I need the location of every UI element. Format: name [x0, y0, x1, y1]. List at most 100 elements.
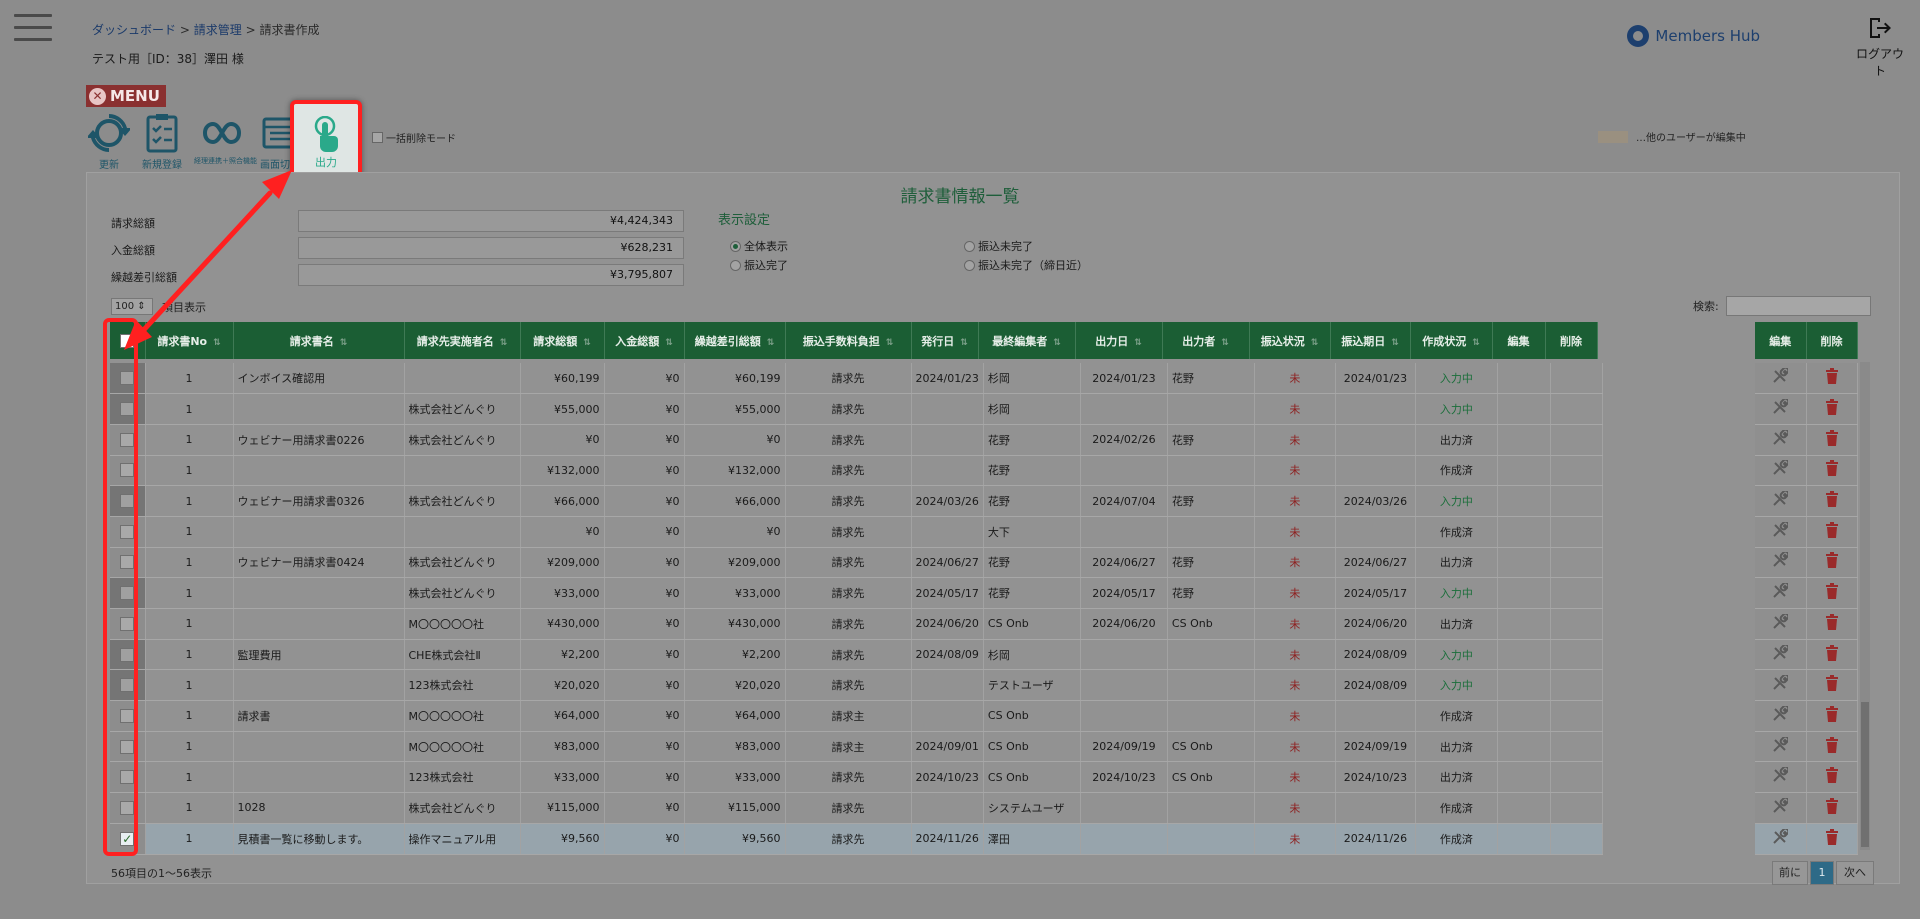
edit-button[interactable] [1755, 731, 1807, 763]
menu-close-button[interactable]: ✕ MENU [86, 85, 166, 107]
edit-button[interactable] [1755, 608, 1807, 640]
cell-total: ¥83,000 [520, 731, 605, 763]
edit-button[interactable] [1755, 577, 1807, 609]
table-row[interactable]: 1 請求書 M〇〇〇〇〇社 ¥64,000 ¥0 ¥64,000 請求主 CS Onb 未作成済 [110, 700, 1603, 732]
col-header-editor[interactable]: 最終編集者 ⇅ [978, 322, 1076, 359]
cell-edit [1497, 393, 1551, 425]
scrollbar-thumb[interactable] [1861, 702, 1869, 847]
col-header-total[interactable]: 請求総額 ⇅ [520, 322, 605, 359]
cell-delete [1550, 823, 1603, 855]
output-button[interactable]: 出力 [290, 100, 362, 180]
cell-balance: ¥64,000 [684, 700, 786, 732]
table-row[interactable]: 1 株式会社どんぐり ¥55,000 ¥0 ¥55,000 請求先 杉岡未入力中 [110, 393, 1603, 425]
page-size-select[interactable]: 100 ⇕ [111, 298, 153, 315]
col-header-state[interactable]: 作成状況 ⇅ [1410, 322, 1493, 359]
fixed-row [1755, 516, 1858, 548]
col-header-no[interactable]: 請求書No ⇅ [145, 322, 234, 359]
edit-button[interactable] [1755, 639, 1807, 671]
cell-editor: 花野 [983, 455, 1081, 487]
table-row[interactable]: 1 監理費用 CHE株式会社Ⅱ ¥2,200 ¥0 ¥2,200 請求先 2024/08/09… [110, 639, 1603, 671]
accounting-link-button[interactable]: 経理連携＋照合機能 [194, 112, 257, 166]
table-row[interactable]: 1 ウェビナー用請求書0226 株式会社どんぐり ¥0 ¥0 ¥0 請求先 花野 2024/02… [110, 424, 1603, 456]
pagination-next[interactable]: 次へ [1836, 861, 1874, 885]
col-header-paid[interactable]: 入金総額 ⇅ [604, 322, 685, 359]
cell-editor: 花野 [983, 424, 1081, 456]
radio-all[interactable]: 全体表示 [730, 238, 788, 254]
delete-button[interactable] [1806, 393, 1858, 425]
edit-button[interactable] [1755, 363, 1807, 395]
breadcrumb-dashboard[interactable]: ダッシュボード [92, 23, 176, 37]
pagination-prev[interactable]: 前に [1772, 861, 1808, 885]
pagination-page-1[interactable]: 1 [1810, 861, 1834, 885]
delete-button[interactable] [1806, 485, 1858, 517]
radio-transfer-incomplete[interactable]: 振込未完了 [964, 238, 1033, 254]
table-row[interactable]: 1 ¥132,000 ¥0 ¥132,000 請求先 花野未作成済 [110, 455, 1603, 487]
delete-button[interactable] [1806, 761, 1858, 794]
table-row[interactable]: 1 ウェビナー用請求書0424 株式会社どんぐり ¥209,000 ¥0 ¥209,000… [110, 547, 1603, 579]
delete-button[interactable] [1806, 547, 1858, 579]
cell-state: 作成済 [1415, 700, 1498, 732]
col-header-outdate[interactable]: 出力日 ⇅ [1075, 322, 1163, 359]
delete-button[interactable] [1806, 792, 1858, 824]
edit-button[interactable] [1755, 823, 1807, 855]
col-header-balance[interactable]: 繰越差引総額 ⇅ [684, 322, 786, 359]
col-header-outby[interactable]: 出力者 ⇅ [1162, 322, 1250, 359]
edit-button[interactable] [1755, 700, 1807, 732]
table-scrollbar[interactable] [1860, 362, 1870, 850]
delete-button[interactable] [1806, 639, 1858, 671]
delete-button[interactable] [1806, 424, 1858, 456]
logout-button[interactable]: ログアウト [1852, 16, 1908, 79]
cell-due: 2024/05/17 [1335, 577, 1416, 609]
breadcrumb-billing[interactable]: 請求管理 [194, 23, 242, 37]
table-row[interactable]: 1 株式会社どんぐり ¥33,000 ¥0 ¥33,000 請求先 2024/05/17 花野… [110, 577, 1603, 609]
col-header-due[interactable]: 振込期日 ⇅ [1330, 322, 1411, 359]
col-header-issued[interactable]: 発行日 ⇅ [911, 322, 979, 359]
edit-button[interactable] [1755, 485, 1807, 517]
cell-fee: 請求先 [785, 761, 912, 794]
table-row[interactable]: 1 123株式会社 ¥33,000 ¥0 ¥33,000 請求先 2024/10/23 CS … [110, 761, 1603, 794]
delete-button[interactable] [1806, 455, 1858, 487]
edit-button[interactable] [1755, 516, 1807, 548]
edit-button[interactable] [1755, 455, 1807, 487]
table-row[interactable]: 1 インボイス確認用 ¥60,199 ¥0 ¥60,199 請求先 2024/01/23 杉岡… [110, 363, 1603, 395]
radio-transfer-complete[interactable]: 振込完了 [730, 257, 788, 273]
search-input[interactable] [1726, 296, 1871, 316]
col-header-fee[interactable]: 振込手数料負担 ⇅ [785, 322, 912, 359]
search-label: 検索: [1693, 300, 1719, 313]
radio-transfer-incomplete-near[interactable]: 振込未完了（締日近） [964, 257, 1088, 273]
delete-button[interactable] [1806, 363, 1858, 395]
col-header-edit: 編集 [1492, 322, 1546, 359]
delete-button[interactable] [1806, 577, 1858, 609]
delete-button[interactable] [1806, 823, 1858, 855]
refresh-button[interactable]: 更新 [81, 112, 137, 171]
cell-name: ウェビナー用請求書0424 [233, 547, 405, 579]
new-register-button[interactable]: 新規登録 [134, 112, 190, 171]
col-header-status[interactable]: 振込状況 ⇅ [1249, 322, 1331, 359]
delete-button[interactable] [1806, 731, 1858, 763]
bulk-delete-toggle[interactable]: 一括削除モード [372, 130, 456, 145]
delete-button[interactable] [1806, 669, 1858, 702]
table-row[interactable]: 1 123株式会社 ¥20,020 ¥0 ¥20,020 請求先 テストユーザ未 2024/0… [110, 669, 1603, 702]
edit-button[interactable] [1755, 547, 1807, 579]
fixed-row [1755, 823, 1858, 855]
hamburger-menu-icon[interactable] [14, 14, 52, 42]
table-row[interactable]: 1 M〇〇〇〇〇社 ¥83,000 ¥0 ¥83,000 請求主 2024/09/01 CS … [110, 731, 1603, 763]
col-header-client[interactable]: 請求先実施者名 ⇅ [404, 322, 521, 359]
edit-button[interactable] [1755, 761, 1807, 794]
edit-button[interactable] [1755, 792, 1807, 824]
delete-button[interactable] [1806, 516, 1858, 548]
col-header-name[interactable]: 請求書名 ⇅ [233, 322, 405, 359]
cell-client [404, 363, 521, 395]
edit-button[interactable] [1755, 393, 1807, 425]
edit-button[interactable] [1755, 669, 1807, 702]
table-row[interactable]: 1 1028 株式会社どんぐり ¥115,000 ¥0 ¥115,000 請求先 システムユー… [110, 792, 1603, 824]
table-row[interactable]: ✓ 1 見積書一覧に移動します。 操作マニュアル用 ¥9,560 ¥0 ¥9,560 請求先 2… [110, 823, 1603, 855]
close-icon: ✕ [89, 87, 106, 105]
table-row[interactable]: 1 ウェビナー用請求書0326 株式会社どんぐり ¥66,000 ¥0 ¥66,000 請求… [110, 485, 1603, 517]
delete-button[interactable] [1806, 700, 1858, 732]
table-row[interactable]: 1 M〇〇〇〇〇社 ¥430,000 ¥0 ¥430,000 請求先 2024/06/20 C… [110, 608, 1603, 640]
edit-button[interactable] [1755, 424, 1807, 456]
table-row[interactable]: 1 ¥0 ¥0 ¥0 請求先 大下未作成済 [110, 516, 1603, 548]
bulk-delete-checkbox[interactable] [372, 132, 383, 143]
delete-button[interactable] [1806, 608, 1858, 640]
